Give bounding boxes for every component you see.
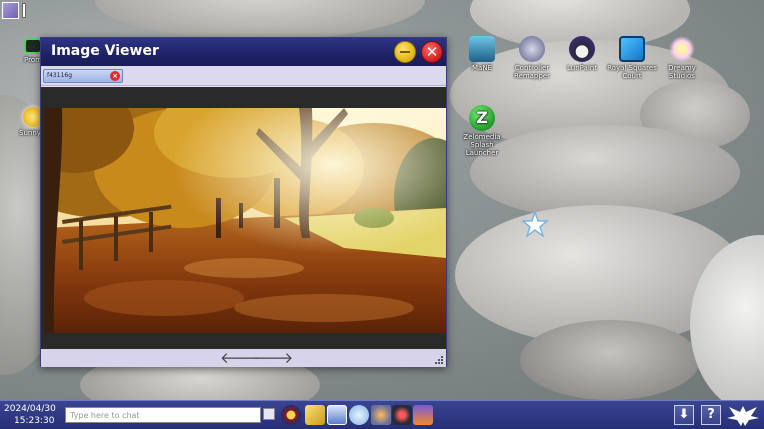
desktop-icon-label: LunPaint xyxy=(567,64,597,72)
chat-input[interactable] xyxy=(65,407,261,423)
desktop-icon-label: Royal Squares Court xyxy=(607,64,657,80)
desktop-icon-lunpaint[interactable]: LunPaint xyxy=(557,36,607,72)
download-button[interactable]: ⬇ xyxy=(674,405,694,425)
x-shield-icon[interactable] xyxy=(392,405,412,425)
image-viewer-window[interactable]: Image Viewer ✕ f43116g × 🡐 🡒 xyxy=(40,37,447,367)
pinned-tile[interactable] xyxy=(2,2,19,19)
download-icon: ⬇ xyxy=(678,407,690,422)
raccoon-icon xyxy=(569,36,595,62)
cat-icon[interactable] xyxy=(349,405,369,425)
slideshow-icon[interactable] xyxy=(327,405,347,425)
tab-strip: f43116g × xyxy=(41,66,446,86)
photo-icon[interactable] xyxy=(413,405,433,425)
image-canvas xyxy=(41,87,446,349)
rocket-icon[interactable] xyxy=(371,405,391,425)
z-logo-icon: Z xyxy=(469,105,495,131)
navigation-bar: 🡐 🡒 xyxy=(41,349,446,367)
stone xyxy=(95,0,425,40)
time-label: 15:23:30 xyxy=(14,416,55,426)
next-image-arrow-icon[interactable]: 🡒 xyxy=(253,349,293,367)
taskbar: 2024/04/30 15:23:30 ⬇ ? xyxy=(0,400,764,429)
resize-grip-icon[interactable] xyxy=(435,356,443,364)
star-cursor-icon xyxy=(522,211,548,237)
gamepad-icon xyxy=(519,36,545,62)
desktop-icon-mane[interactable]: MaNE xyxy=(457,36,507,72)
desktop-icon-dreamy-studios[interactable]: Dreamy Studios xyxy=(657,36,707,80)
window-title: Image Viewer xyxy=(51,43,159,59)
title-bar[interactable]: Image Viewer ✕ xyxy=(41,38,446,66)
pinned-bar[interactable] xyxy=(22,3,26,18)
tab-label: f43116g xyxy=(47,72,73,79)
bird-logo-icon[interactable] xyxy=(726,403,760,428)
minimize-button[interactable] xyxy=(394,41,416,63)
chat-send-button[interactable] xyxy=(263,408,275,420)
tab-close-icon[interactable]: × xyxy=(110,71,120,81)
close-button[interactable]: ✕ xyxy=(421,41,443,63)
desktop-icon-label: Controller Remapper xyxy=(513,64,551,80)
image-tab[interactable]: f43116g × xyxy=(43,69,123,83)
desktop-icon-label: Zelomedia Splash Launcher xyxy=(463,133,501,157)
desktop-icon-label: MaNE xyxy=(472,64,492,72)
help-button[interactable]: ? xyxy=(701,405,721,425)
date-label: 2024/04/30 xyxy=(4,404,56,414)
taskbar-app-pinned-1[interactable] xyxy=(281,405,301,425)
people-icon xyxy=(469,36,495,62)
desktop-icon-label: Dreamy Studios xyxy=(668,64,696,80)
stone xyxy=(520,320,700,400)
desktop-icon-controller-remapper[interactable]: Controller Remapper xyxy=(507,36,557,80)
desktop-icon-royal-squares-court[interactable]: Royal Squares Court xyxy=(607,36,657,80)
desktop-icon-zelomedia-splash-launcher[interactable]: Z Zelomedia Splash Launcher xyxy=(457,105,507,157)
autumn-park-photo xyxy=(44,108,446,333)
close-icon: ✕ xyxy=(425,43,439,61)
folder-icon[interactable] xyxy=(305,405,325,425)
unicorn-star-icon xyxy=(669,36,695,62)
squares-icon xyxy=(619,36,645,62)
clock[interactable]: 2024/04/30 15:23:30 xyxy=(4,403,56,427)
help-icon: ? xyxy=(707,407,715,422)
